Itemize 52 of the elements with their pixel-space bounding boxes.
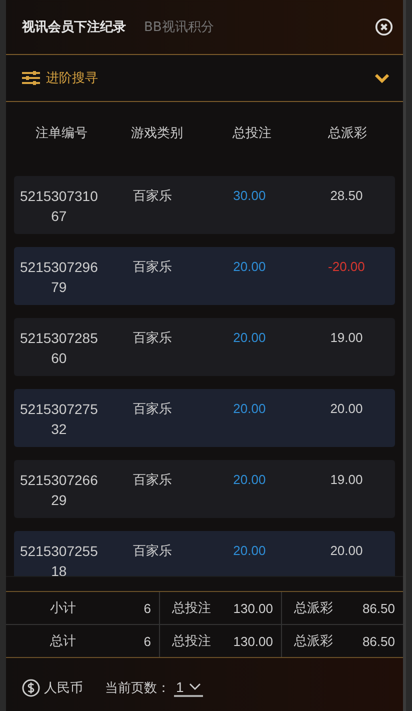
bet-amount: 20.00 xyxy=(232,258,267,276)
payout-amount: 28.50 xyxy=(329,187,364,205)
advanced-search-label: 进阶搜寻 xyxy=(46,70,99,87)
sliders-icon xyxy=(22,71,40,85)
order-id: 521530727532 xyxy=(20,400,98,439)
summary-label: 总投注 xyxy=(172,632,211,650)
page-select[interactable]: 1 xyxy=(174,678,203,696)
bet-amount: 20.00 xyxy=(232,542,267,560)
column-header: 注单编号 xyxy=(34,125,89,143)
bet-amount: 20.00 xyxy=(232,400,267,418)
bet-amount: 20.00 xyxy=(232,471,267,489)
close-icon[interactable] xyxy=(375,18,393,36)
bet-amount: 20.00 xyxy=(232,329,267,347)
summary-label: 总派彩 xyxy=(294,599,333,617)
summary-value: 6 xyxy=(144,600,151,616)
summary-value: 86.50 xyxy=(362,634,395,648)
order-id: 521530728560 xyxy=(20,329,98,368)
payout-amount: -20.00 xyxy=(327,258,366,276)
summary-value: 86.50 xyxy=(362,600,395,616)
summary-value: 6 xyxy=(144,634,151,648)
game-type: 百家乐 xyxy=(132,329,173,347)
currency-icon xyxy=(22,678,40,696)
summary-value: 130.00 xyxy=(233,600,273,616)
tab[interactable]: BB视讯积分 xyxy=(144,18,214,36)
summary-label: 总投注 xyxy=(172,599,211,617)
column-header: 总投注 xyxy=(232,125,273,143)
payout-amount: 20.00 xyxy=(329,400,364,418)
column-header: 游戏类别 xyxy=(130,125,184,143)
advanced-search-bar[interactable]: 进阶搜寻 xyxy=(6,55,403,102)
order-id: 521530731067 xyxy=(20,187,98,226)
game-type: 百家乐 xyxy=(132,258,173,276)
tab[interactable]: 视讯会员下注纪录 xyxy=(22,18,126,36)
game-type: 百家乐 xyxy=(132,542,173,560)
order-id: 521530726629 xyxy=(20,471,98,510)
order-id: 521530729679 xyxy=(20,258,98,297)
payout-amount: 19.00 xyxy=(329,329,364,347)
summary-value: 130.00 xyxy=(233,634,273,648)
column-header: 总派彩 xyxy=(326,125,368,143)
order-id: 521530725518 xyxy=(20,542,98,576)
payout-amount: 19.00 xyxy=(329,471,364,489)
page-label: 当前页数： xyxy=(105,680,170,696)
summary-label: 总计 xyxy=(50,632,76,650)
bet-amount: 30.00 xyxy=(232,187,267,205)
summary-label: 小计 xyxy=(50,599,76,617)
currency-label: 人民币 xyxy=(44,680,83,696)
game-type: 百家乐 xyxy=(132,400,173,418)
game-type: 百家乐 xyxy=(132,187,173,205)
payout-amount: 20.00 xyxy=(329,542,364,560)
summary-label: 总派彩 xyxy=(294,632,333,650)
chevron-icon[interactable] xyxy=(375,73,389,83)
game-type: 百家乐 xyxy=(132,471,173,489)
caret-icon xyxy=(188,682,201,690)
